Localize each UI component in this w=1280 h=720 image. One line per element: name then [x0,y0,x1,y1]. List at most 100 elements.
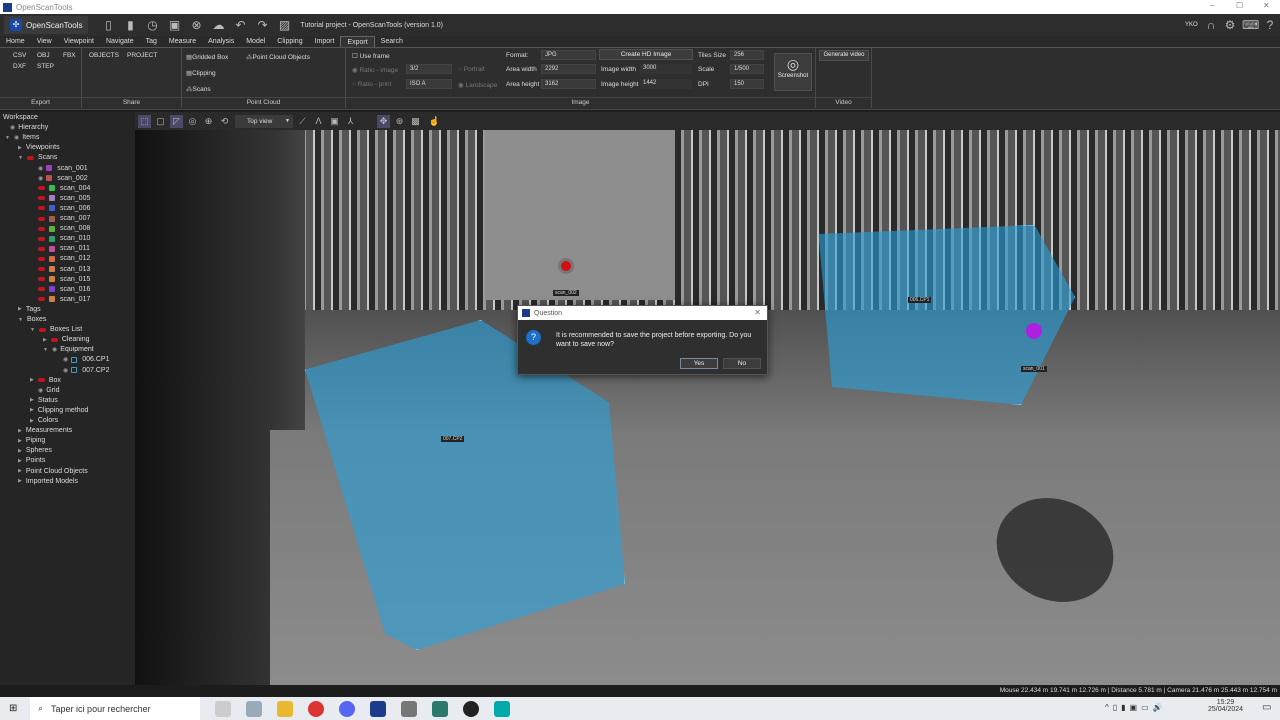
file-explorer-icon[interactable] [277,700,293,717]
tree-scan-item[interactable]: ◉ scan_001 [38,165,88,172]
close-button[interactable]: ✕ [1263,1,1270,10]
tree-scan-item[interactable]: scan_008 [38,225,90,232]
measure-icon[interactable]: ⟋ [296,115,309,128]
globe-icon[interactable]: ⊛ [393,115,406,128]
export-fbx[interactable]: FBX [63,52,76,59]
tree-point-cloud-objects[interactable]: ▶ Point Cloud Objects [18,468,88,475]
recent-icon[interactable]: ◷ [144,17,160,33]
hidden-eye-icon[interactable] [38,256,45,261]
export-csv[interactable]: CSV [13,52,26,59]
tree-scan-item[interactable]: scan_015 [38,276,90,283]
hidden-eye-icon[interactable] [38,327,46,332]
target-icon[interactable]: ◎ [186,115,199,128]
eye-icon[interactable]: ◉ [14,134,19,141]
box-006-cp1[interactable] [818,225,1075,405]
cube-icon[interactable]: ▣ [328,115,341,128]
hidden-eye-icon[interactable] [38,236,45,241]
create-hd-image-button[interactable]: Create HD Image [599,49,693,60]
tree-piping[interactable]: ▶ Piping [18,437,45,444]
tab-measure[interactable]: Measure [163,36,202,47]
eye-icon[interactable]: ◉ [63,356,68,363]
tree-scan-item[interactable]: scan_007 [38,215,90,222]
clock[interactable]: 15:29 25/04/2024 [1208,699,1243,713]
expand-arrow-icon[interactable]: ▶ [18,468,22,474]
tiles-size-select[interactable]: 256 [730,50,764,60]
collapse-arrow-icon[interactable]: ▼ [18,317,23,323]
expand-arrow-icon[interactable]: ▶ [18,145,22,151]
tree-imported-models[interactable]: ▶ Imported Models [18,478,78,485]
eye-icon[interactable]: ◉ [63,367,68,374]
windows-start-icon[interactable]: ⊞ [9,703,17,714]
maximize-button[interactable]: ☐ [1236,1,1243,10]
app-icon-4[interactable] [494,700,510,717]
scan-001-marker[interactable] [1026,323,1042,339]
ratio-print-radio[interactable]: ○ Ratio - print [352,81,391,88]
openscantools-taskbar-icon[interactable] [370,700,386,717]
share-objects[interactable]: OBJECTS [89,52,119,59]
tree-status[interactable]: ▶ Status [30,397,58,404]
expand-arrow-icon[interactable]: ▶ [30,377,34,383]
tab-navigate[interactable]: Navigate [100,36,140,47]
tab-export[interactable]: Export [340,36,375,47]
landscape-radio[interactable]: ◉ Landscape [458,81,497,89]
tab-viewpoint[interactable]: Viewpoint [58,36,100,47]
app-icon-2[interactable] [401,700,417,717]
expand-arrow-icon[interactable]: ▶ [18,306,22,312]
tree-boxes-list[interactable]: ▼ Boxes List [30,326,82,333]
task-view-icon[interactable] [215,700,231,717]
recorder-icon[interactable] [463,700,479,717]
generate-video-button[interactable]: Generate video [819,50,869,61]
dpi-select[interactable]: 150 [730,79,764,89]
expand-arrow-icon[interactable]: ▶ [30,397,34,403]
clipping-button[interactable]: ▦Clipping [186,69,216,77]
tree-cleaning[interactable]: ▶ Cleaning [43,336,90,343]
rotate-icon[interactable]: ⟲ [218,115,231,128]
select-icon[interactable]: ⬚ [138,114,151,128]
minimize-button[interactable]: – [1210,1,1214,10]
hidden-eye-icon[interactable] [38,186,45,191]
point-cloud-objects-button[interactable]: ⁂Point Cloud Objects [246,53,310,61]
magnet-icon[interactable]: ∩ [1203,17,1219,33]
tree-scan-item[interactable]: scan_006 [38,205,90,212]
tree-scan-item[interactable]: ◉ scan_002 [38,175,88,182]
expand-arrow-icon[interactable]: ▶ [18,438,22,444]
hidden-eye-icon[interactable] [50,337,58,342]
tree-boxes[interactable]: ▼ Boxes [18,316,46,323]
tab-tag[interactable]: Tag [140,36,163,47]
discord-icon[interactable] [339,700,355,717]
move-icon[interactable]: ✥ [377,114,390,128]
tree-clipping-method[interactable]: ▶ Clipping method [30,407,88,414]
image-width-input[interactable]: 3000 [640,64,692,74]
tree-equipment[interactable]: ▼ ◉ Equipment [43,346,94,353]
hidden-eye-icon[interactable] [37,378,45,383]
chrome-icon[interactable] [308,700,324,717]
export-dxf[interactable]: DXF [13,63,26,70]
ratio-image-radio[interactable]: ◉ Ratio - image [352,66,398,74]
dialog-close-icon[interactable]: ✕ [754,308,761,317]
collapse-arrow-icon[interactable]: ▼ [5,135,10,141]
scan-002-marker[interactable] [558,258,574,274]
tree-box-006[interactable]: ◉ 006.CP1 [63,356,110,363]
hidden-eye-icon[interactable] [38,196,45,201]
angle-icon[interactable]: Λ [312,115,325,128]
redo-icon[interactable]: ↷ [254,17,270,33]
collapse-arrow-icon[interactable]: ▼ [30,327,35,333]
tab-home[interactable]: Home [0,36,31,47]
yes-button[interactable]: Yes [680,358,718,369]
tree-grid[interactable]: ◉ Grid [38,387,59,394]
tree-items[interactable]: ▼ ◉ Items [5,134,39,141]
hidden-eye-icon[interactable] [38,206,45,211]
tree-scan-item[interactable]: scan_012 [38,255,90,262]
tray-icons[interactable]: ^▯▮▣▭🔊 [1105,703,1167,712]
tree-tags[interactable]: ▶ Tags [18,306,41,313]
expand-arrow-icon[interactable]: ▶ [30,407,34,413]
portrait-radio[interactable]: ○ Portrait [458,66,485,73]
eye-icon[interactable]: ◉ [38,165,43,172]
tree-hierarchy[interactable]: ◉ Hierarchy [10,124,48,131]
box-view-icon[interactable]: ▢ [154,115,167,128]
hidden-eye-icon[interactable] [26,155,34,160]
open-project-icon[interactable]: ▮ [122,17,138,33]
pointer-icon[interactable]: ☝ [428,115,441,128]
tree-scan-item[interactable]: scan_013 [38,266,90,273]
tree-scan-item[interactable]: scan_005 [38,195,90,202]
